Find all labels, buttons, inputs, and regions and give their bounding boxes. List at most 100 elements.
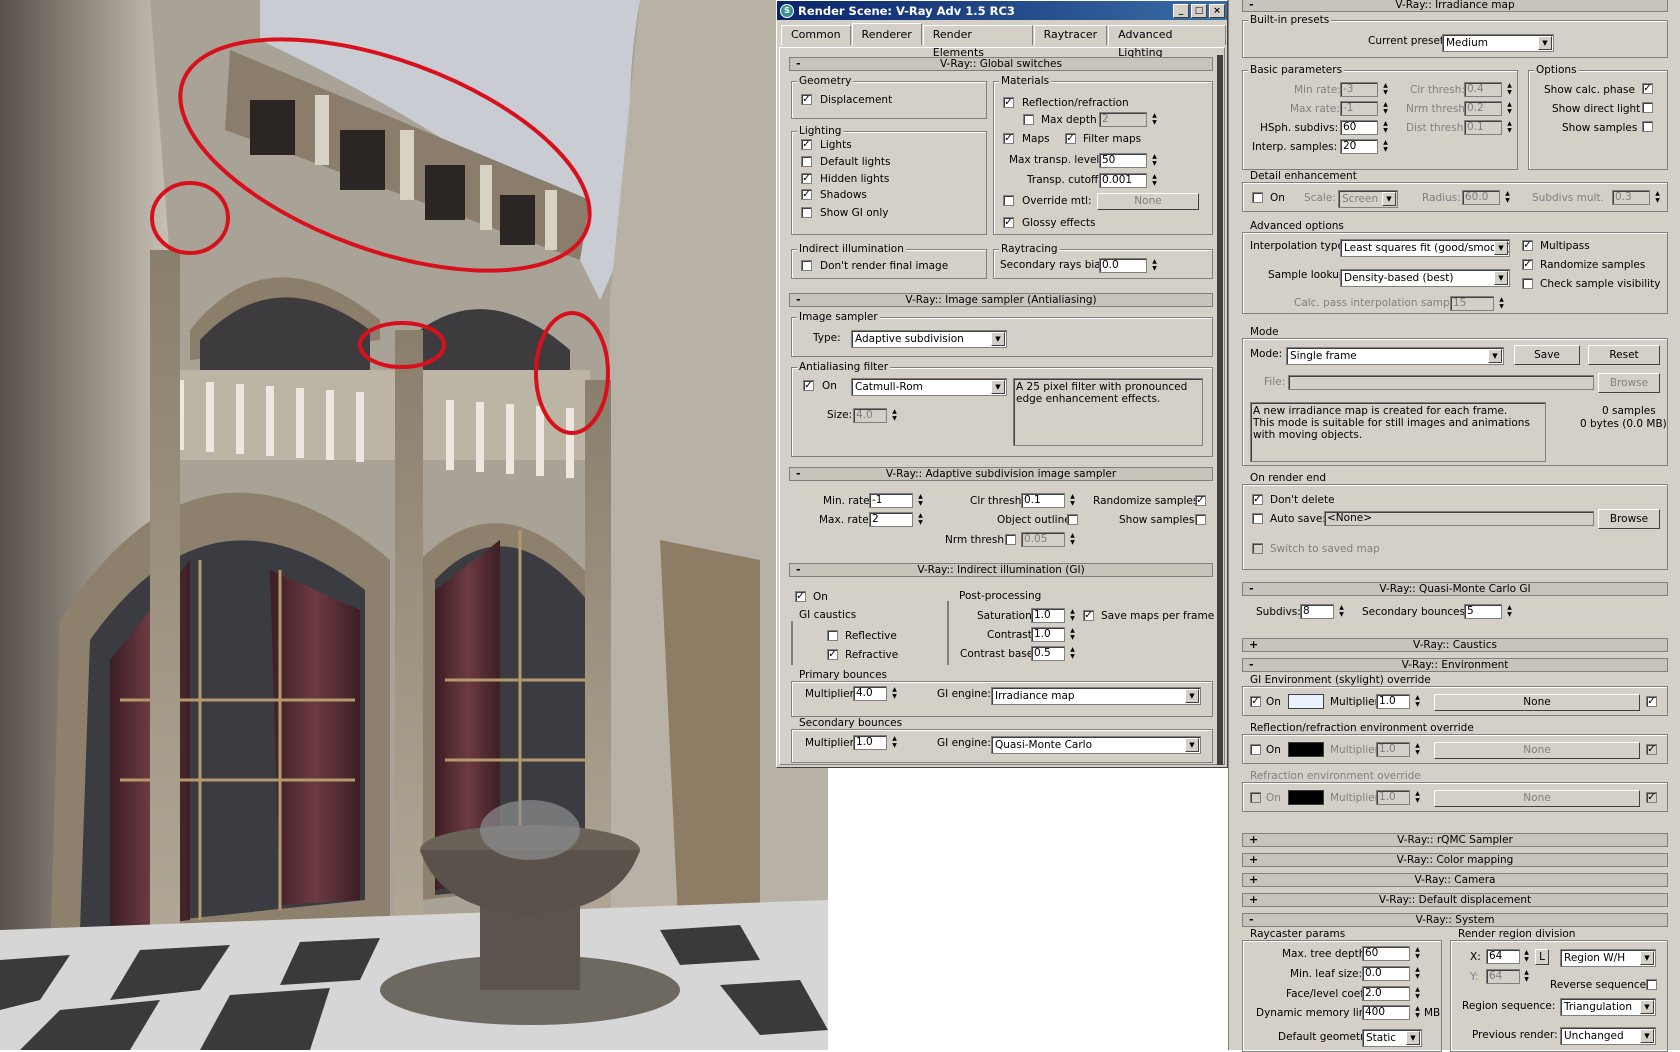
gi-env-map-button[interactable]: None [1434,694,1640,711]
rollout-color-mapping[interactable]: + V-Ray:: Color mapping [1242,853,1668,867]
adaptive-max-rate-input[interactable]: 2 [869,512,913,527]
rollout-indirect-illumination[interactable]: - V-Ray:: Indirect illumination (GI) [789,563,1213,577]
spinner-icon[interactable]: ▲ ▼ [1505,120,1514,135]
adaptive-clr-thresh-input[interactable]: 0.1 [1021,493,1065,508]
qmc-bounces-input[interactable]: 5 [1464,604,1502,619]
scrollbar[interactable] [1217,55,1223,765]
refr-env-map-button[interactable]: None [1434,790,1640,807]
irr-show-samples-checkbox[interactable] [1642,121,1653,132]
minimize-button[interactable]: _ [1173,3,1189,18]
maximize-button[interactable]: □ [1191,3,1207,18]
rollout-rqmc-sampler[interactable]: + V-Ray:: rQMC Sampler [1242,833,1668,847]
spinner-icon[interactable]: ▲ ▼ [1505,604,1514,619]
spinner-icon[interactable]: ▲ ▼ [1505,82,1514,97]
hidden-lights-checkbox[interactable]: ✓ [801,173,812,184]
refl-env-color-swatch[interactable] [1288,742,1324,757]
maps-checkbox[interactable]: ✓ [1003,133,1014,144]
spinner-icon[interactable]: ▲ ▼ [1653,190,1662,205]
default-lights-checkbox[interactable] [801,156,812,167]
refr-env-map-checkbox[interactable]: ✓ [1646,792,1657,803]
spinner-icon[interactable]: ▲ ▼ [1150,112,1159,127]
transp-cutoff-input[interactable]: 0.001 [1099,173,1147,188]
calc-pass-input[interactable]: 15 [1450,296,1494,311]
nrm-thresh-checkbox[interactable] [1005,534,1016,545]
spinner-icon[interactable]: ▲ ▼ [1413,742,1422,757]
filter-maps-checkbox[interactable]: ✓ [1065,133,1076,144]
spinner-icon[interactable]: ▲ ▼ [890,408,899,423]
irr-clr-thresh-input[interactable]: 0.4 [1464,82,1502,97]
aa-filter-dropdown[interactable]: Catmull-Rom ▼ [851,378,1007,396]
current-preset-dropdown[interactable]: Medium ▼ [1442,34,1554,52]
saturation-input[interactable]: 1.0 [1031,608,1065,623]
max-transp-input[interactable]: 50 [1099,153,1147,168]
irr-max-rate-input[interactable]: -1 [1340,101,1378,116]
randomize-samples-checkbox[interactable]: ✓ [1195,495,1206,506]
irr-nrm-thresh-input[interactable]: 0.2 [1464,101,1502,116]
browse-file-button[interactable]: Browse [1598,373,1660,393]
refl-env-multiplier-input[interactable]: 1.0 [1376,742,1410,757]
hsph-subdivs-input[interactable]: 60 [1340,120,1378,135]
rollout-image-sampler[interactable]: - V-Ray:: Image sampler (Antialiasing) [789,293,1213,307]
file-input[interactable] [1288,375,1594,390]
spinner-icon[interactable]: ▲ ▼ [1068,608,1077,623]
reverse-sequence-checkbox[interactable] [1646,979,1657,990]
close-button[interactable]: × [1209,3,1225,18]
spinner-icon[interactable]: ▲ ▼ [916,512,925,527]
min-leaf-size-input[interactable]: 0.0 [1362,966,1410,981]
reset-button[interactable]: Reset [1588,345,1660,365]
refl-env-map-button[interactable]: None [1434,742,1640,759]
rollout-irradiance-map[interactable]: - V-Ray:: Irradiance map [1242,0,1668,12]
override-mtl-button[interactable]: None [1097,193,1199,210]
irr-dist-thresh-input[interactable]: 0.1 [1464,120,1502,135]
rollout-camera[interactable]: + V-Ray:: Camera [1242,873,1668,887]
tab-advanced-lighting[interactable]: Advanced Lighting [1108,25,1226,59]
rollout-system[interactable]: - V-Ray:: System [1242,913,1668,927]
primary-multiplier-input[interactable]: 4.0 [853,686,887,701]
region-sequence-dropdown[interactable]: Triangulation ▼ [1560,998,1656,1016]
spinner-icon[interactable]: ▲ ▼ [1337,604,1346,619]
detail-subdivs-mult-input[interactable]: 0.3 [1612,190,1650,205]
rollout-adaptive-subdivision[interactable]: - V-Ray:: Adaptive subdivision image samp… [789,467,1213,481]
tab-renderer[interactable]: Renderer [851,23,922,45]
show-direct-light-checkbox[interactable] [1642,102,1653,113]
interpolation-type-dropdown[interactable]: Least squares fit (good/smooth) ▼ [1340,239,1510,257]
refl-env-map-checkbox[interactable]: ✓ [1646,744,1657,755]
spinner-icon[interactable]: ▲ ▼ [1505,101,1514,116]
contrast-base-input[interactable]: 0.5 [1031,646,1065,661]
mode-dropdown[interactable]: Single frame ▼ [1286,347,1504,365]
glossy-effects-checkbox[interactable]: ✓ [1003,217,1014,228]
spinner-icon[interactable]: ▲ ▼ [1150,258,1159,273]
refractive-caustics-checkbox[interactable]: ✓ [827,649,838,660]
irr-min-rate-input[interactable]: -3 [1340,82,1378,97]
save-maps-checkbox[interactable]: ✓ [1083,610,1094,621]
region-wh-dropdown[interactable]: Region W/H ▼ [1560,949,1656,967]
dont-render-final-checkbox[interactable] [801,260,812,271]
detail-radius-input[interactable]: 60.0 [1462,190,1500,205]
adaptive-nrm-thresh-input[interactable]: 0.05 [1021,532,1065,547]
gi-env-map-checkbox[interactable]: ✓ [1646,696,1657,707]
sample-lookup-dropdown[interactable]: Density-based (best) ▼ [1340,269,1510,287]
object-outline-checkbox[interactable] [1067,514,1078,525]
auto-save-checkbox[interactable] [1252,513,1263,524]
lock-xy-button[interactable]: L [1535,949,1549,965]
switch-saved-checkbox[interactable] [1252,543,1263,554]
spinner-icon[interactable]: ▲ ▼ [1413,946,1422,961]
spinner-icon[interactable]: ▲ ▼ [1413,986,1422,1001]
reflective-caustics-checkbox[interactable] [827,630,838,641]
interp-samples-input[interactable]: 20 [1340,139,1378,154]
spinner-icon[interactable]: ▲ ▼ [1068,493,1077,508]
spinner-icon[interactable]: ▲ ▼ [1413,694,1422,709]
detail-on-checkbox[interactable] [1252,192,1263,203]
show-gi-only-checkbox[interactable] [801,207,812,218]
spinner-icon[interactable]: ▲ ▼ [1381,101,1390,116]
secondary-gi-engine-dropdown[interactable]: Quasi-Monte Carlo ▼ [991,736,1201,754]
detail-scale-dropdown[interactable]: Screen ▼ [1338,190,1398,208]
spinner-icon[interactable]: ▲ ▼ [1413,966,1422,981]
gi-env-on-checkbox[interactable]: ✓ [1250,696,1261,707]
spinner-icon[interactable]: ▲ ▼ [1150,173,1159,188]
spinner-icon[interactable]: ▲ ▼ [1150,153,1159,168]
tab-common[interactable]: Common [781,25,851,45]
irr-randomize-checkbox[interactable]: ✓ [1522,259,1533,270]
show-samples-checkbox[interactable] [1195,514,1206,525]
browse-auto-save-button[interactable]: Browse [1598,509,1660,529]
